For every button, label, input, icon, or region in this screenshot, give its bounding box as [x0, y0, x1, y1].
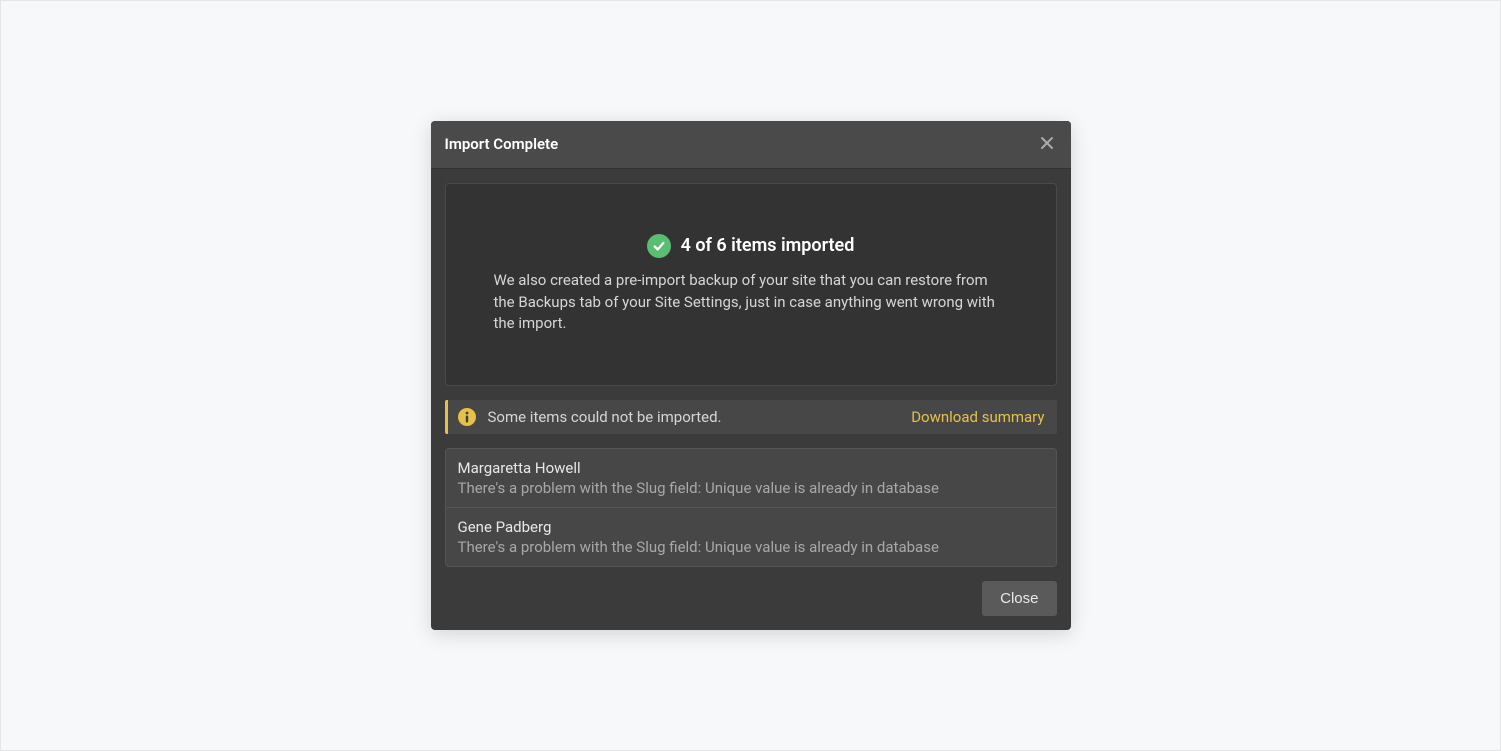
- import-summary-box: 4 of 6 items imported We also created a …: [445, 183, 1057, 386]
- error-item-detail: There's a problem with the Slug field: U…: [458, 538, 1044, 556]
- close-icon-button[interactable]: [1037, 133, 1057, 156]
- error-list: Margaretta Howell There's a problem with…: [445, 448, 1057, 567]
- warning-icon: [458, 408, 476, 426]
- error-item-detail: There's a problem with the Slug field: U…: [458, 479, 1044, 497]
- summary-heading: 4 of 6 items imported: [492, 234, 1010, 258]
- warning-bar: Some items could not be imported. Downlo…: [445, 400, 1057, 434]
- modal-body: 4 of 6 items imported We also created a …: [431, 169, 1071, 630]
- error-item-name: Margaretta Howell: [458, 459, 1044, 477]
- modal-footer: Close: [445, 581, 1057, 616]
- summary-title: 4 of 6 items imported: [681, 235, 855, 256]
- check-circle-icon: [647, 234, 671, 258]
- error-item-name: Gene Padberg: [458, 518, 1044, 536]
- close-button[interactable]: Close: [982, 581, 1056, 616]
- modal-title: Import Complete: [445, 135, 559, 153]
- modal-header: Import Complete: [431, 121, 1071, 169]
- error-item: Margaretta Howell There's a problem with…: [446, 449, 1056, 507]
- import-complete-modal: Import Complete 4 of 6 items imported We…: [431, 121, 1071, 630]
- download-summary-link[interactable]: Download summary: [911, 408, 1044, 426]
- error-item: Gene Padberg There's a problem with the …: [446, 507, 1056, 566]
- warning-text: Some items could not be imported.: [488, 408, 900, 426]
- summary-description: We also created a pre-import backup of y…: [492, 270, 1010, 335]
- close-icon: [1039, 135, 1055, 154]
